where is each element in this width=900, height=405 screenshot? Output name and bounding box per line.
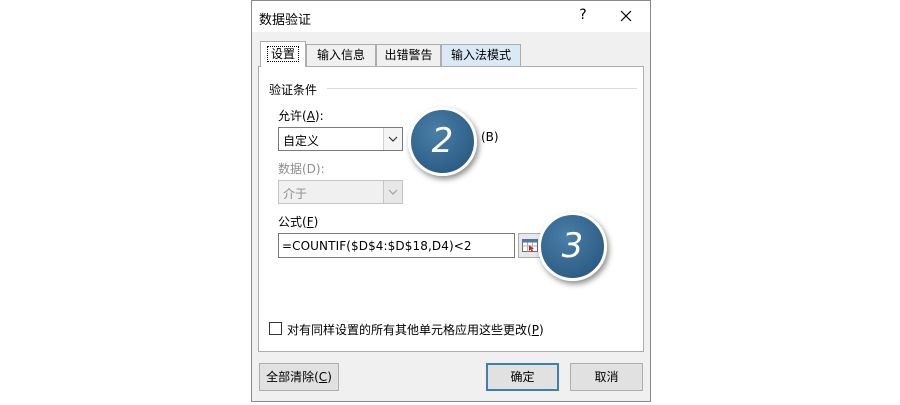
cancel-button[interactable]: 取消	[570, 363, 643, 391]
data-value: 介于	[283, 187, 308, 201]
close-button[interactable]	[612, 5, 642, 27]
formula-input[interactable]: =COUNTIF($D$4:$D$18,D4)<2	[278, 233, 515, 258]
validation-criteria-title: 验证条件	[269, 83, 318, 97]
allow-dropdown[interactable]: 自定义	[278, 127, 403, 151]
range-select-icon	[522, 239, 538, 252]
window-title: 数据验证	[259, 13, 312, 28]
formula-value: =COUNTIF($D$4:$D$18,D4)<2	[282, 239, 472, 253]
tab-label: 出错警告	[384, 48, 433, 62]
data-label: 数据(D):	[278, 162, 325, 176]
allow-label: 允许(A):	[278, 109, 324, 123]
tab-ime-mode[interactable]: 输入法模式	[441, 44, 521, 66]
tab-label: 设置	[266, 46, 299, 62]
apply-to-all-checkbox[interactable]	[269, 322, 282, 335]
help-button[interactable]: ?	[576, 7, 590, 25]
step-badge-2: 2	[408, 107, 477, 176]
step-badge-3: 3	[538, 212, 607, 281]
apply-to-all-label: 对有同样设置的所有其他单元格应用这些更改(P)	[287, 323, 544, 337]
chevron-down-icon	[388, 136, 398, 142]
data-validation-dialog: 数据验证 ? 设置 输入信息 出错警告 输入法模式 验证条件 允许(A): 自定…	[251, 0, 651, 402]
tab-label: 输入信息	[316, 48, 365, 62]
close-icon	[620, 10, 632, 22]
data-dropdown-arrow	[383, 181, 402, 203]
tab-settings[interactable]: 设置	[260, 41, 306, 67]
chevron-down-icon	[388, 189, 398, 195]
formula-label: 公式(F)	[278, 215, 319, 229]
data-dropdown: 介于	[278, 180, 403, 204]
ok-button[interactable]: 确定	[486, 363, 559, 391]
group-divider	[327, 88, 637, 89]
tab-error-alert[interactable]: 出错警告	[376, 44, 441, 66]
tab-label: 输入法模式	[450, 48, 511, 62]
tab-input-message[interactable]: 输入信息	[306, 44, 376, 66]
clear-all-button[interactable]: 全部清除(C)	[259, 363, 339, 391]
ignore-blank-suffix[interactable]: (B)	[481, 130, 499, 144]
title-bar: 数据验证 ?	[252, 1, 650, 32]
allow-dropdown-arrow[interactable]	[383, 128, 402, 150]
allow-value: 自定义	[283, 134, 320, 148]
